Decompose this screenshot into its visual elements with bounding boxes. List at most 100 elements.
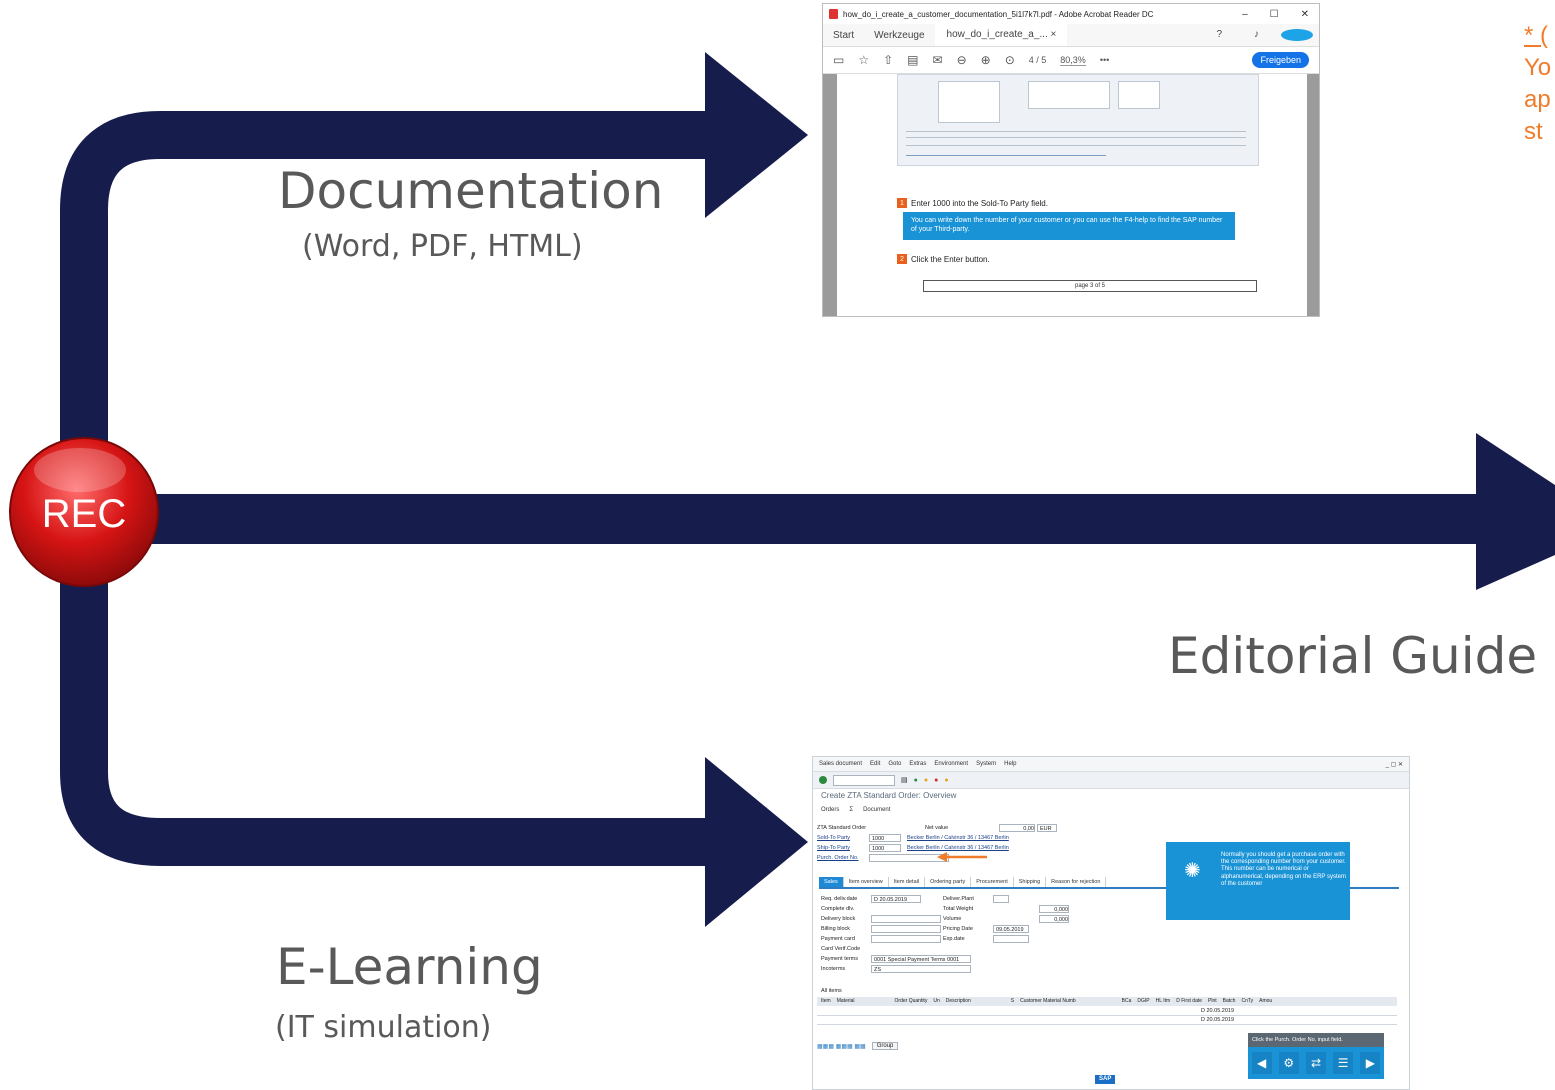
back-icon[interactable]: ●: [914, 777, 918, 784]
table-row[interactable]: D 20.05.2019: [817, 1007, 1397, 1016]
column-header[interactable]: CnTy: [1241, 997, 1253, 1006]
sold-to-input[interactable]: 1000: [869, 834, 901, 842]
payment-card-input[interactable]: [871, 935, 941, 943]
tab-ordering-party[interactable]: Ordering party: [925, 877, 972, 887]
right-field-value: 0,000: [1039, 915, 1069, 923]
column-header[interactable]: D First date: [1176, 997, 1202, 1006]
column-header[interactable]: DGIP: [1137, 997, 1149, 1006]
elearning-label: E-Learning: [276, 938, 543, 996]
tab-start[interactable]: Start: [823, 30, 864, 41]
mail-icon[interactable]: ✉: [933, 53, 943, 67]
column-header[interactable]: Order Quantity: [895, 997, 928, 1006]
exit-icon[interactable]: ●: [924, 777, 928, 784]
cancel-icon[interactable]: ●: [934, 777, 938, 784]
column-header[interactable]: Customer Material Numb: [1020, 997, 1076, 1006]
tab-shipping[interactable]: Shipping: [1014, 877, 1047, 887]
column-header[interactable]: Material: [837, 997, 855, 1006]
column-header[interactable]: Batch: [1223, 997, 1236, 1006]
table-row[interactable]: D 20.05.2019: [817, 1016, 1397, 1025]
right-field-value[interactable]: [993, 895, 1009, 903]
save-icon[interactable]: ▤: [901, 776, 908, 784]
column-header[interactable]: Item: [821, 997, 831, 1006]
sales-field-value[interactable]: D 20.05.2019: [871, 895, 921, 903]
sap-menu-item[interactable]: Sales document: [819, 761, 862, 767]
column-header[interactable]: Description: [946, 997, 971, 1006]
right-field-value[interactable]: 09.05.2019: [993, 925, 1029, 933]
avatar[interactable]: [1281, 29, 1313, 41]
sap-menu-item[interactable]: Edit: [870, 761, 880, 767]
menu-button[interactable]: ☰: [1333, 1052, 1354, 1074]
orders-button[interactable]: Orders: [821, 807, 839, 813]
enter-icon[interactable]: [819, 776, 827, 784]
minimize-icon[interactable]: –: [1242, 9, 1248, 20]
ship-to-input[interactable]: 1000: [869, 844, 901, 852]
delivery-block-select[interactable]: [871, 915, 941, 923]
star-icon[interactable]: ☆: [858, 53, 869, 67]
document-button[interactable]: Document: [863, 807, 890, 813]
next-step-button[interactable]: ▶: [1360, 1052, 1381, 1074]
zoom-select[interactable]: 80,3%: [1060, 55, 1086, 66]
right-field-label: Exp.date: [943, 936, 965, 942]
sap-menu-item[interactable]: Goto: [888, 761, 901, 767]
sales-field-label: Delivery block: [821, 916, 856, 922]
group-button[interactable]: Group: [871, 1042, 899, 1050]
tab-procurement[interactable]: Procurement: [971, 877, 1014, 887]
close-icon[interactable]: ✕: [1301, 9, 1309, 20]
maximize-icon[interactable]: ☐: [1270, 9, 1279, 20]
bottom-branch-arrowhead: [705, 757, 808, 927]
rec-label: REC: [42, 492, 126, 536]
table-tools-icon[interactable]: ▦▦▦ ▦▦▦ ▦▦: [817, 1043, 866, 1050]
help-icon[interactable]: ●: [944, 777, 948, 784]
top-branch-arrowhead: [705, 52, 808, 218]
right-field-label: Pricing Date: [943, 926, 973, 932]
sap-menu-item[interactable]: System: [976, 761, 996, 767]
ship-to-label[interactable]: Ship-To Party: [817, 845, 850, 851]
tab-item-detail[interactable]: Item detail: [889, 877, 926, 887]
repeat-button[interactable]: ⇄: [1305, 1052, 1326, 1074]
page-indicator[interactable]: 4 / 5: [1029, 55, 1047, 65]
sap-menu-item[interactable]: Extras: [909, 761, 926, 767]
tab-item-overview[interactable]: Item overview: [844, 877, 889, 887]
save-icon[interactable]: ▭: [833, 53, 844, 67]
settings-button[interactable]: ⚙: [1278, 1052, 1299, 1074]
window-controls-icon[interactable]: _ ▢ ✕: [1386, 761, 1409, 768]
items-label: All items: [821, 988, 842, 994]
column-header[interactable]: S: [1011, 997, 1014, 1006]
bell-icon[interactable]: ♪: [1244, 29, 1269, 41]
billing-block-select[interactable]: [871, 925, 941, 933]
payment-terms-input[interactable]: 0001 Special Payment Terms 0001: [871, 955, 971, 963]
purch-order-label[interactable]: Purch. Order No.: [817, 855, 859, 861]
column-header[interactable]: Amou: [1259, 997, 1272, 1006]
next-page-icon[interactable]: ⊙: [1005, 53, 1015, 67]
bottom-branch-line: [60, 520, 720, 866]
more-icon[interactable]: •••: [1100, 55, 1109, 65]
sap-gui-screenshot: Sales document Edit Goto Extras Environm…: [812, 756, 1410, 1090]
right-field-value[interactable]: [993, 935, 1029, 943]
tab-tools[interactable]: Werkzeuge: [864, 30, 934, 41]
prev-page-icon[interactable]: ⊕: [981, 53, 991, 67]
print-icon[interactable]: ▤: [907, 53, 918, 67]
column-header[interactable]: BCa: [1122, 997, 1132, 1006]
tab-sales[interactable]: Sales: [819, 877, 844, 887]
sap-menu-item[interactable]: Help: [1004, 761, 1016, 767]
documentation-sublabel: (Word, PDF, HTML): [302, 229, 583, 264]
acrobat-reader-screenshot: how_do_i_create_a_customer_documentation…: [822, 3, 1320, 317]
embedded-sap-screenshot: [897, 74, 1259, 166]
prev-step-button[interactable]: ◀: [1251, 1052, 1272, 1074]
zoom-out-icon[interactable]: ⊖: [957, 53, 967, 67]
sap-menu-item[interactable]: Environment: [934, 761, 968, 767]
upload-icon[interactable]: ⇧: [883, 53, 893, 67]
pdf-page: 1 Enter 1000 into the Sold-To Party fiel…: [837, 74, 1307, 316]
sold-to-label[interactable]: Sold-To Party: [817, 835, 850, 841]
column-header[interactable]: HL Itm: [1156, 997, 1171, 1006]
middle-branch-arrowhead: [1476, 433, 1555, 590]
tab-reason-for-rejection[interactable]: Reason for rejection: [1046, 877, 1107, 887]
incoterms-input[interactable]: ZS: [871, 965, 971, 973]
column-header[interactable]: Plnt: [1208, 997, 1217, 1006]
share-button[interactable]: Freigeben: [1252, 52, 1309, 68]
command-field[interactable]: [833, 774, 895, 786]
column-header[interactable]: Un: [933, 997, 939, 1006]
tab-document[interactable]: how_do_i_create_a_... ×: [934, 24, 1067, 46]
sum-button[interactable]: Σ: [849, 807, 853, 813]
help-icon[interactable]: ?: [1206, 29, 1232, 41]
